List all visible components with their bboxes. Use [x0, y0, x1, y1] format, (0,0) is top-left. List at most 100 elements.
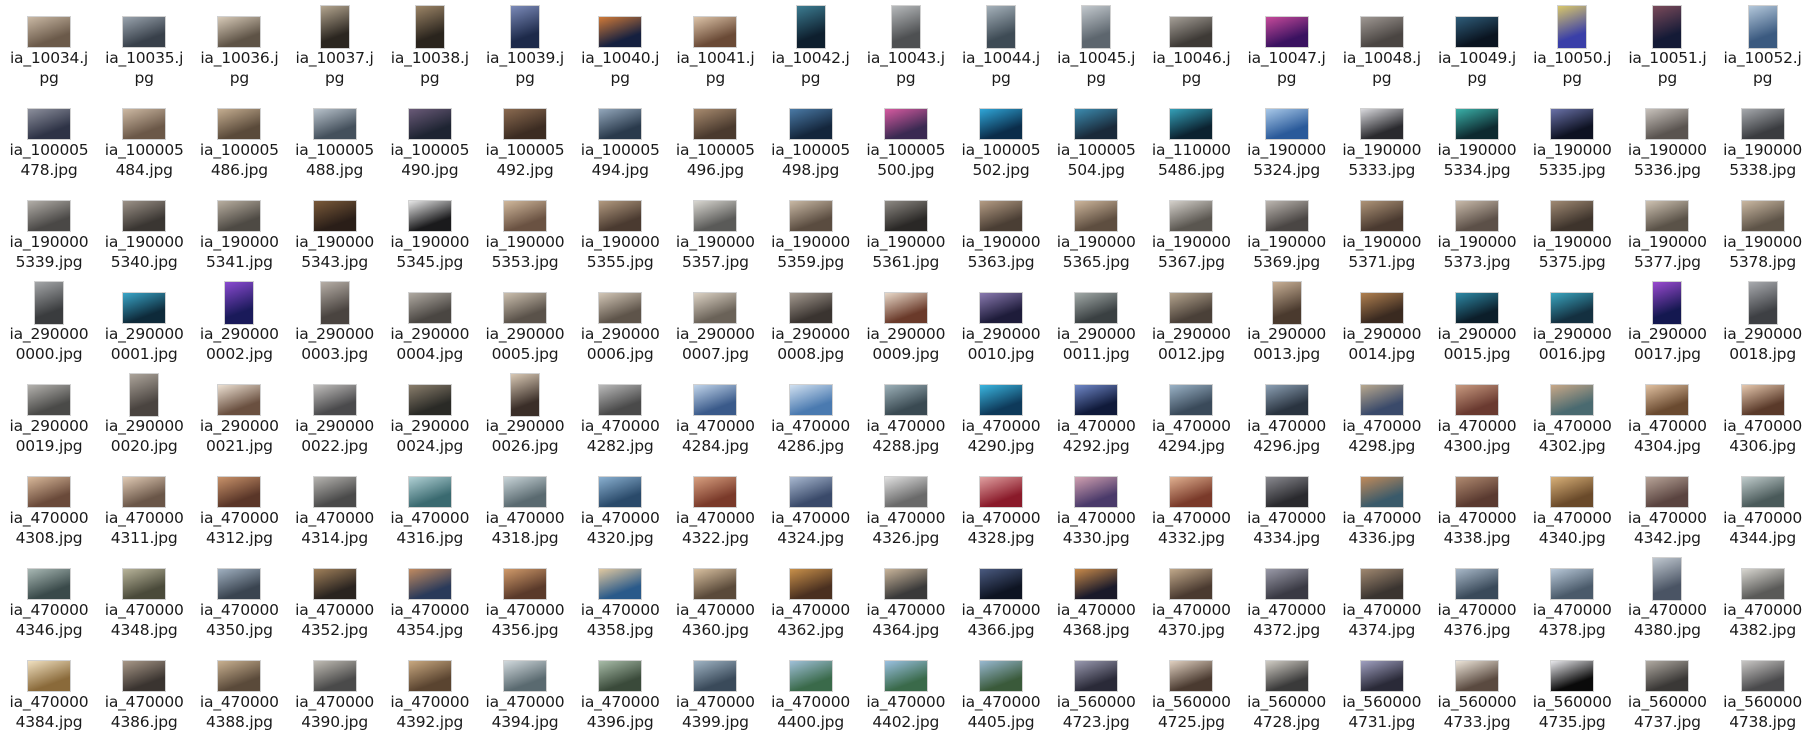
- file-item[interactable]: ia_470000 4384.jpg: [2, 644, 96, 732]
- file-item[interactable]: ia_470000 4308.jpg: [2, 460, 96, 548]
- file-item[interactable]: ia_100005 498.jpg: [764, 92, 858, 180]
- file-item[interactable]: ia_470000 4286.jpg: [764, 368, 858, 456]
- file-item[interactable]: ia_290000 0006.jpg: [573, 276, 667, 364]
- file-item[interactable]: ia_190000 5357.jpg: [668, 184, 762, 272]
- file-item[interactable]: ia_470000 4392.jpg: [383, 644, 477, 732]
- file-item[interactable]: ia_100005 502.jpg: [954, 92, 1048, 180]
- file-item[interactable]: ia_470000 4328.jpg: [954, 460, 1048, 548]
- file-item[interactable]: ia_290000 0018.jpg: [1716, 276, 1810, 364]
- file-item[interactable]: ia_290000 0007.jpg: [668, 276, 762, 364]
- file-item[interactable]: ia_560000 4738.jpg: [1716, 644, 1810, 732]
- file-item[interactable]: ia_190000 5340.jpg: [97, 184, 191, 272]
- file-item[interactable]: ia_290000 0022.jpg: [288, 368, 382, 456]
- file-item[interactable]: ia_190000 5335.jpg: [1525, 92, 1619, 180]
- file-item[interactable]: ia_100005 496.jpg: [668, 92, 762, 180]
- file-item[interactable]: ia_470000 4296.jpg: [1240, 368, 1334, 456]
- file-item[interactable]: ia_470000 4300.jpg: [1430, 368, 1524, 456]
- file-item[interactable]: ia_190000 5363.jpg: [954, 184, 1048, 272]
- file-item[interactable]: ia_470000 4316.jpg: [383, 460, 477, 548]
- file-item[interactable]: ia_10052.j pg: [1716, 0, 1810, 88]
- file-item[interactable]: ia_290000 0000.jpg: [2, 276, 96, 364]
- file-item[interactable]: ia_10039.j pg: [478, 0, 572, 88]
- file-item[interactable]: ia_470000 4390.jpg: [288, 644, 382, 732]
- file-item[interactable]: ia_290000 0005.jpg: [478, 276, 572, 364]
- file-item[interactable]: ia_290000 0011.jpg: [1049, 276, 1143, 364]
- file-item[interactable]: ia_10048.j pg: [1335, 0, 1429, 88]
- file-item[interactable]: ia_470000 4282.jpg: [573, 368, 667, 456]
- file-item[interactable]: ia_290000 0019.jpg: [2, 368, 96, 456]
- file-item[interactable]: ia_110000 5486.jpg: [1144, 92, 1238, 180]
- file-item[interactable]: ia_470000 4362.jpg: [764, 552, 858, 640]
- file-item[interactable]: ia_290000 0017.jpg: [1620, 276, 1714, 364]
- file-item[interactable]: ia_470000 4394.jpg: [478, 644, 572, 732]
- file-item[interactable]: ia_290000 0001.jpg: [97, 276, 191, 364]
- file-item[interactable]: ia_470000 4336.jpg: [1335, 460, 1429, 548]
- file-item[interactable]: ia_560000 4725.jpg: [1144, 644, 1238, 732]
- file-item[interactable]: ia_100005 492.jpg: [478, 92, 572, 180]
- file-item[interactable]: ia_470000 4311.jpg: [97, 460, 191, 548]
- file-item[interactable]: ia_470000 4350.jpg: [192, 552, 286, 640]
- file-item[interactable]: ia_190000 5353.jpg: [478, 184, 572, 272]
- file-item[interactable]: ia_100005 500.jpg: [859, 92, 953, 180]
- file-item[interactable]: ia_10037.j pg: [288, 0, 382, 88]
- file-item[interactable]: ia_470000 4388.jpg: [192, 644, 286, 732]
- file-item[interactable]: ia_470000 4366.jpg: [954, 552, 1048, 640]
- file-item[interactable]: ia_290000 0026.jpg: [478, 368, 572, 456]
- file-item[interactable]: ia_10043.j pg: [859, 0, 953, 88]
- file-item[interactable]: ia_290000 0021.jpg: [192, 368, 286, 456]
- file-item[interactable]: ia_470000 4399.jpg: [668, 644, 762, 732]
- file-item[interactable]: ia_10036.j pg: [192, 0, 286, 88]
- file-item[interactable]: ia_470000 4352.jpg: [288, 552, 382, 640]
- file-item[interactable]: ia_100005 504.jpg: [1049, 92, 1143, 180]
- file-item[interactable]: ia_190000 5369.jpg: [1240, 184, 1334, 272]
- file-item[interactable]: ia_560000 4733.jpg: [1430, 644, 1524, 732]
- file-item[interactable]: ia_470000 4396.jpg: [573, 644, 667, 732]
- file-item[interactable]: ia_470000 4364.jpg: [859, 552, 953, 640]
- file-item[interactable]: ia_190000 5341.jpg: [192, 184, 286, 272]
- file-item[interactable]: ia_470000 4370.jpg: [1144, 552, 1238, 640]
- file-item[interactable]: ia_290000 0016.jpg: [1525, 276, 1619, 364]
- file-item[interactable]: ia_470000 4292.jpg: [1049, 368, 1143, 456]
- file-item[interactable]: ia_470000 4386.jpg: [97, 644, 191, 732]
- file-item[interactable]: ia_190000 5333.jpg: [1335, 92, 1429, 180]
- file-item[interactable]: ia_10044.j pg: [954, 0, 1048, 88]
- file-item[interactable]: ia_470000 4332.jpg: [1144, 460, 1238, 548]
- file-item[interactable]: ia_100005 494.jpg: [573, 92, 667, 180]
- file-item[interactable]: ia_470000 4324.jpg: [764, 460, 858, 548]
- file-item[interactable]: ia_470000 4400.jpg: [764, 644, 858, 732]
- file-item[interactable]: ia_470000 4334.jpg: [1240, 460, 1334, 548]
- file-item[interactable]: ia_470000 4342.jpg: [1620, 460, 1714, 548]
- file-item[interactable]: ia_470000 4326.jpg: [859, 460, 953, 548]
- file-item[interactable]: ia_190000 5378.jpg: [1716, 184, 1810, 272]
- file-item[interactable]: ia_470000 4348.jpg: [97, 552, 191, 640]
- file-item[interactable]: ia_560000 4731.jpg: [1335, 644, 1429, 732]
- file-item[interactable]: ia_190000 5371.jpg: [1335, 184, 1429, 272]
- file-item[interactable]: ia_470000 4344.jpg: [1716, 460, 1810, 548]
- file-item[interactable]: ia_470000 4380.jpg: [1620, 552, 1714, 640]
- file-item[interactable]: ia_190000 5345.jpg: [383, 184, 477, 272]
- file-item[interactable]: ia_470000 4314.jpg: [288, 460, 382, 548]
- file-item[interactable]: ia_190000 5343.jpg: [288, 184, 382, 272]
- file-item[interactable]: ia_470000 4330.jpg: [1049, 460, 1143, 548]
- file-item[interactable]: ia_470000 4402.jpg: [859, 644, 953, 732]
- file-item[interactable]: ia_10047.j pg: [1240, 0, 1334, 88]
- file-item[interactable]: ia_190000 5324.jpg: [1240, 92, 1334, 180]
- file-item[interactable]: ia_470000 4338.jpg: [1430, 460, 1524, 548]
- file-item[interactable]: ia_10035.j pg: [97, 0, 191, 88]
- file-item[interactable]: ia_290000 0013.jpg: [1240, 276, 1334, 364]
- file-item[interactable]: ia_470000 4374.jpg: [1335, 552, 1429, 640]
- file-item[interactable]: ia_470000 4306.jpg: [1716, 368, 1810, 456]
- file-item[interactable]: ia_470000 4360.jpg: [668, 552, 762, 640]
- file-item[interactable]: ia_10041.j pg: [668, 0, 762, 88]
- file-item[interactable]: ia_470000 4294.jpg: [1144, 368, 1238, 456]
- file-item[interactable]: ia_290000 0003.jpg: [288, 276, 382, 364]
- file-item[interactable]: ia_190000 5355.jpg: [573, 184, 667, 272]
- file-item[interactable]: ia_100005 484.jpg: [97, 92, 191, 180]
- file-item[interactable]: ia_100005 486.jpg: [192, 92, 286, 180]
- file-item[interactable]: ia_470000 4372.jpg: [1240, 552, 1334, 640]
- file-item[interactable]: ia_190000 5339.jpg: [2, 184, 96, 272]
- file-item[interactable]: ia_470000 4288.jpg: [859, 368, 953, 456]
- file-item[interactable]: ia_470000 4346.jpg: [2, 552, 96, 640]
- file-item[interactable]: ia_470000 4340.jpg: [1525, 460, 1619, 548]
- file-item[interactable]: ia_290000 0014.jpg: [1335, 276, 1429, 364]
